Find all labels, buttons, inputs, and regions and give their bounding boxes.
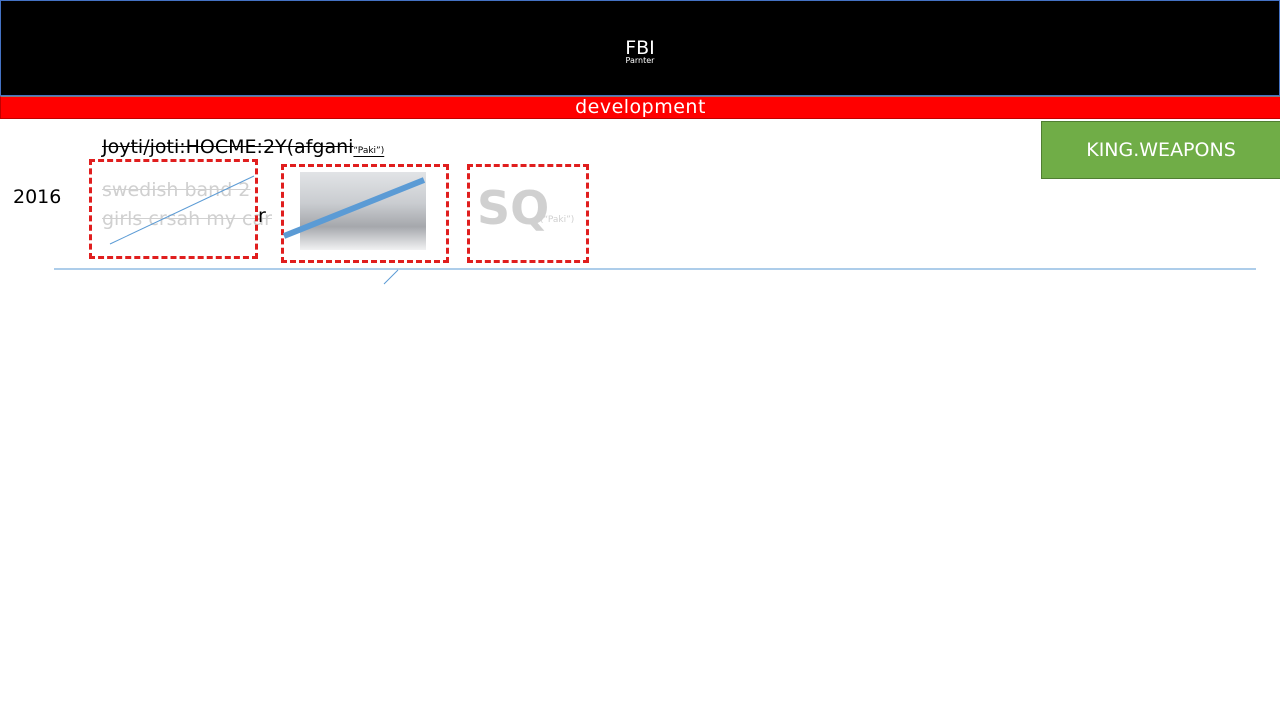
timeline-headline: Joyti/joti:HOCME:2Y(afgani“Paki”) — [102, 136, 384, 158]
king-weapons-button[interactable]: KING.WEAPONS — [1041, 121, 1280, 179]
development-label: development — [575, 96, 706, 118]
header-bar: FBI Parnter — [0, 0, 1280, 96]
timeline-year: 2016 — [13, 186, 62, 208]
development-banner: development — [0, 96, 1280, 119]
dashed-card-3[interactable] — [467, 164, 589, 263]
dashed-card-1[interactable] — [89, 159, 258, 259]
header-subtitle: Parnter — [625, 56, 655, 65]
headline-main: Joyti/joti:HOCME:2Y(afgani — [102, 136, 354, 158]
headline-small: “Paki”) — [353, 146, 385, 156]
timeline-tick-line — [383, 269, 399, 285]
card1-suffix: r — [258, 205, 266, 227]
dashed-card-2[interactable] — [281, 164, 449, 263]
